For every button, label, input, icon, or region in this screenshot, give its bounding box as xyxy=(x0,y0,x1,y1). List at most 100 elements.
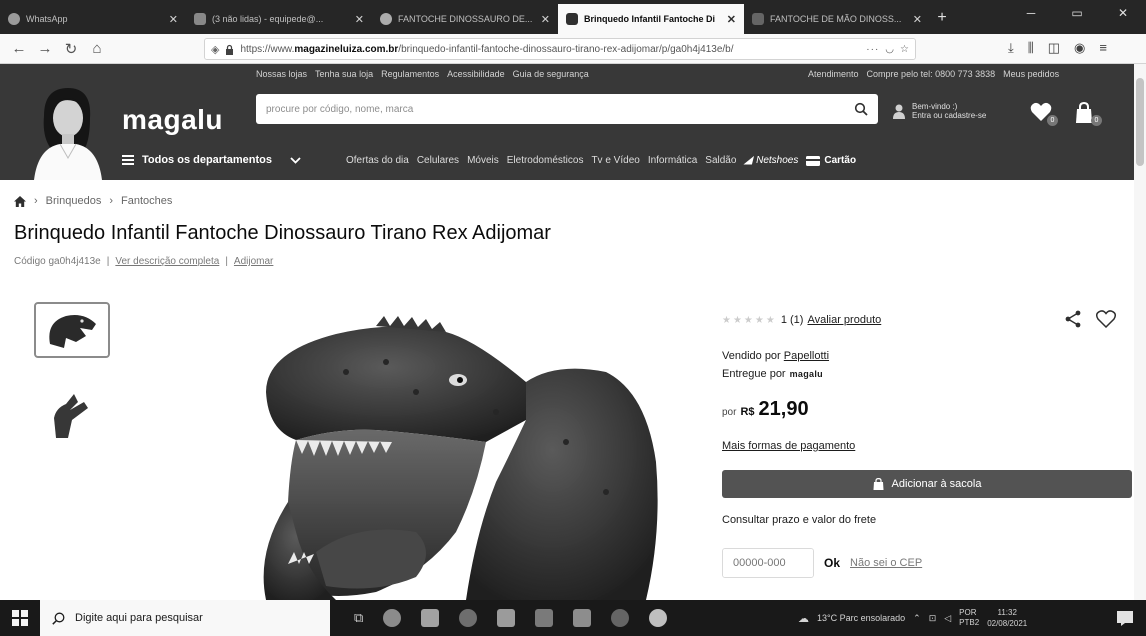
new-tab-icon[interactable]: + xyxy=(930,4,954,34)
product-main-image[interactable] xyxy=(226,302,668,600)
rate-product-link[interactable]: Avaliar produto xyxy=(807,314,881,326)
bookmark-star-icon[interactable]: ☆ xyxy=(900,44,909,55)
browser-tab[interactable]: (3 não lidas) - equipede@... ✕ xyxy=(186,4,372,34)
breadcrumb-link[interactable]: Brinquedos xyxy=(46,195,102,207)
bag-button[interactable]: 0 xyxy=(1074,102,1102,126)
chrome-icon[interactable] xyxy=(383,609,402,627)
unknown-cep-link[interactable]: Não sei o CEP xyxy=(850,557,922,569)
nav-link[interactable]: Informática xyxy=(648,155,697,166)
sidebar-icon[interactable]: ◫ xyxy=(1048,40,1060,56)
close-tab-icon[interactable]: ✕ xyxy=(355,13,364,26)
address-bar[interactable]: ◈ https://www.magazineluiza.com.br/brinq… xyxy=(204,38,916,60)
full-description-link[interactable]: Ver descrição completa xyxy=(115,256,219,267)
clock[interactable]: 11:32 02/08/2021 xyxy=(987,607,1027,629)
header-link[interactable]: Nossas lojas xyxy=(256,69,307,79)
nav-link[interactable]: Celulares xyxy=(417,155,459,166)
breadcrumb-link[interactable]: Fantoches xyxy=(121,195,172,207)
chevron-up-icon[interactable]: ⌃ xyxy=(913,613,921,624)
login-area[interactable]: Bem-vindo :) Entra ou cadastre-se xyxy=(892,102,986,120)
page-scrollbar[interactable] xyxy=(1134,64,1146,604)
payment-options-link[interactable]: Mais formas de pagamento xyxy=(722,440,855,452)
reload-icon[interactable]: ↻ xyxy=(58,40,84,58)
pocket-icon[interactable]: ◡ xyxy=(885,44,894,55)
add-to-bag-button[interactable]: Adicionar à sacola xyxy=(722,470,1132,498)
nav-link[interactable]: Móveis xyxy=(467,155,499,166)
favorites-button[interactable]: 0 xyxy=(1030,102,1058,126)
home-breadcrumb-icon[interactable] xyxy=(14,195,26,207)
notification-icon[interactable] xyxy=(1116,609,1134,627)
weather-text[interactable]: 13°C Parc ensolarado xyxy=(817,613,905,623)
cep-input[interactable] xyxy=(722,548,814,578)
tab-favicon-icon xyxy=(752,13,764,25)
excel-icon[interactable] xyxy=(535,609,554,627)
account-icon[interactable]: ◉ xyxy=(1074,40,1085,56)
task-view-icon[interactable]: ⧉ xyxy=(354,610,363,626)
netshoes-link[interactable]: ◢ Netshoes xyxy=(744,155,798,166)
close-tab-icon[interactable]: ✕ xyxy=(913,13,922,26)
seller-link[interactable]: Papellotti xyxy=(784,350,829,362)
header-link[interactable]: Compre pelo tel: 0800 773 3838 xyxy=(867,69,996,79)
home-icon[interactable]: ⌂ xyxy=(84,40,110,57)
browser-tab[interactable]: FANTOCHE DINOSSAURO DE... ✕ xyxy=(372,4,558,34)
scrollbar-thumb[interactable] xyxy=(1136,78,1144,166)
weather-icon[interactable]: ☁ xyxy=(798,612,809,625)
minimize-icon[interactable]: ─ xyxy=(1008,0,1054,28)
all-departments-menu[interactable]: Todos os departamentos xyxy=(122,154,301,166)
share-icon[interactable] xyxy=(1064,310,1082,328)
shield-icon[interactable]: ◈ xyxy=(211,43,219,56)
lock-icon[interactable] xyxy=(225,44,234,55)
page-actions-icon[interactable]: ··· xyxy=(866,44,879,55)
header-link[interactable]: Tenha sua loja xyxy=(315,69,373,79)
language-indicator[interactable]: POR PTB2 xyxy=(959,608,979,628)
firefox-icon[interactable] xyxy=(649,609,668,627)
tab-title: Brinquedo Infantil Fantoche Di xyxy=(584,14,715,24)
browser-tab[interactable]: FANTOCHE DE MÃO DINOSS... ✕ xyxy=(744,4,930,34)
price-value: 21,90 xyxy=(758,398,809,420)
close-window-icon[interactable]: ✕ xyxy=(1100,0,1146,28)
browser-tab-active[interactable]: Brinquedo Infantil Fantoche Di ✕ xyxy=(558,4,744,34)
edge-icon[interactable] xyxy=(459,609,478,627)
search-bar xyxy=(256,94,878,124)
taskbar-search[interactable]: Digite aqui para pesquisar xyxy=(40,600,330,636)
nav-link[interactable]: Tv e Vídeo xyxy=(591,155,639,166)
back-icon[interactable]: ← xyxy=(6,40,32,57)
volume-icon[interactable]: ◁ xyxy=(944,613,951,624)
site-header: magalu Nossas lojas Tenha sua loja Regul… xyxy=(0,64,1146,180)
header-link[interactable]: Acessibilidade xyxy=(447,69,505,79)
forward-icon[interactable]: → xyxy=(32,40,58,57)
menu-icon[interactable]: ≡ xyxy=(1099,40,1107,56)
windows-start-icon[interactable] xyxy=(0,600,40,636)
nav-link[interactable]: Saldão xyxy=(705,155,736,166)
header-link[interactable]: Atendimento xyxy=(808,69,859,79)
product-thumbnail-selected[interactable] xyxy=(34,302,110,358)
outlook-icon[interactable] xyxy=(573,609,592,627)
header-link[interactable]: Meus pedidos xyxy=(1003,69,1059,79)
product-thumbnail[interactable] xyxy=(40,390,100,442)
app-icon[interactable] xyxy=(611,609,630,627)
library-icon[interactable]: ⫼ xyxy=(1028,40,1034,56)
network-icon[interactable]: ⊡ xyxy=(929,613,937,624)
header-link[interactable]: Regulamentos xyxy=(381,69,439,79)
search-icon[interactable] xyxy=(854,102,868,116)
magalu-logo[interactable]: magalu xyxy=(122,104,223,136)
tab-title: (3 não lidas) - equipede@... xyxy=(212,14,324,24)
freight-label: Consultar prazo e valor do frete xyxy=(722,514,877,526)
tab-title: WhatsApp xyxy=(26,14,68,24)
cep-ok-button[interactable]: Ok xyxy=(824,556,840,570)
maximize-icon[interactable]: ▭ xyxy=(1054,0,1100,28)
header-link[interactable]: Guia de segurança xyxy=(513,69,589,79)
search-input[interactable] xyxy=(266,103,854,115)
mail-icon[interactable] xyxy=(421,609,440,627)
nav-link[interactable]: Ofertas do dia xyxy=(346,155,409,166)
close-tab-icon[interactable]: ✕ xyxy=(541,13,550,26)
browser-tab[interactable]: WhatsApp ✕ xyxy=(0,4,186,34)
close-tab-icon[interactable]: ✕ xyxy=(727,13,736,26)
nav-link[interactable]: Eletrodomésticos xyxy=(507,155,584,166)
close-tab-icon[interactable]: ✕ xyxy=(169,13,178,26)
favorite-heart-icon[interactable] xyxy=(1096,310,1116,328)
google-icon xyxy=(380,13,392,25)
cartao-link[interactable]: Cartão xyxy=(806,155,856,166)
store-icon[interactable] xyxy=(497,609,516,627)
download-icon[interactable]: ⤓ xyxy=(1008,40,1014,56)
brand-link[interactable]: Adijomar xyxy=(234,256,273,267)
